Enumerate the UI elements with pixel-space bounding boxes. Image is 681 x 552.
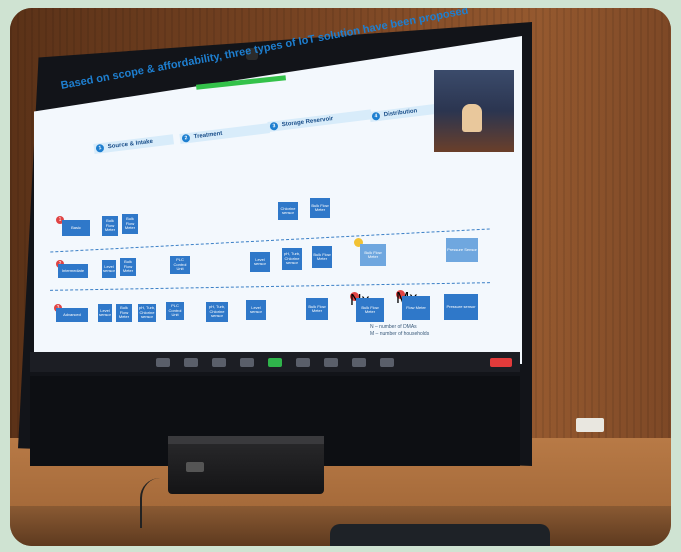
step-label: Treatment — [193, 130, 223, 141]
row-label-advanced: Advanced — [56, 308, 88, 322]
speaker-top — [168, 436, 324, 444]
speaker-panel — [186, 462, 204, 472]
mute-icon[interactable] — [156, 357, 170, 367]
step-number: 1 — [95, 143, 105, 153]
inter-pressure-box: Pressure Sensor — [446, 238, 478, 262]
legend: N – number of DMAs M – number of househo… — [370, 324, 429, 338]
adv-ph-box: pH, Turb, Chlorine sensor — [138, 304, 156, 322]
basic-flow-box: Bulk Flow Meter — [102, 216, 118, 236]
inter-ph-box: pH, Turb, Chlorine sensor — [282, 248, 302, 270]
adv-plc-box: PLC Control Unit — [166, 302, 184, 320]
step-label: Distribution — [383, 108, 418, 119]
adv-bulk-box-3: Bulk Flow Meter — [356, 298, 384, 322]
adv-flow-box: Flow Meter — [402, 296, 430, 320]
wall-socket — [576, 418, 604, 432]
step-number: 3 — [269, 121, 279, 131]
speaker-cable — [140, 478, 182, 528]
reactions-icon[interactable] — [324, 357, 338, 367]
end-meeting-button[interactable] — [490, 357, 512, 367]
legend-m: M – number of households — [370, 331, 430, 337]
more-icon[interactable] — [380, 357, 394, 367]
inter-level-box-2: Level sensor — [250, 252, 270, 272]
adv-ph-box-2: pH, Turb, Chlorine sensor — [206, 302, 228, 322]
adv-bulk-box: Bulk Flow Meter — [116, 304, 132, 322]
inter-bulk-box: Bulk Flow Meter — [120, 258, 136, 276]
adv-level-box-2: Level sensor — [246, 300, 266, 320]
row-label-intermediate: Intermediate — [58, 264, 88, 278]
inter-bulk-box-3: Bulk Flow Meter — [360, 244, 386, 266]
adv-pressure-box: Pressure sensor — [444, 294, 478, 320]
legend-n: N – number of DMAs — [370, 324, 417, 330]
share-screen-icon[interactable] — [268, 357, 282, 367]
adv-level-box: Level sensor — [98, 304, 112, 322]
basic-bulk-box: Bulk Flow Meter — [122, 214, 138, 234]
chat-icon[interactable] — [240, 357, 254, 367]
meeting-toolbar — [30, 352, 520, 372]
step-number: 2 — [181, 133, 191, 143]
video-thumbnail[interactable] — [434, 70, 514, 152]
apps-icon[interactable] — [352, 357, 366, 367]
participant — [462, 104, 482, 132]
inter-bulk-box-2: Bulk Flow Meter — [312, 246, 332, 268]
basic-bulk-box-2: Bulk Flow Meter — [310, 198, 330, 218]
adv-bulk-box-2: Bulk Flow Meter — [306, 298, 328, 320]
inter-level-box: Level sensor — [102, 260, 116, 278]
participants-icon[interactable] — [212, 357, 226, 367]
record-icon[interactable] — [296, 357, 310, 367]
row-label-basic: Basic — [62, 220, 90, 236]
speaker-box — [168, 436, 324, 494]
step-number: 4 — [371, 111, 381, 121]
basic-chlorine-box: Chlorine sensor — [278, 202, 298, 220]
video-icon[interactable] — [184, 357, 198, 367]
inter-plc-box: PLC Control Unit — [170, 256, 190, 274]
photo: Based on scope & affordability, three ty… — [10, 8, 671, 546]
foreground-object — [330, 524, 550, 546]
